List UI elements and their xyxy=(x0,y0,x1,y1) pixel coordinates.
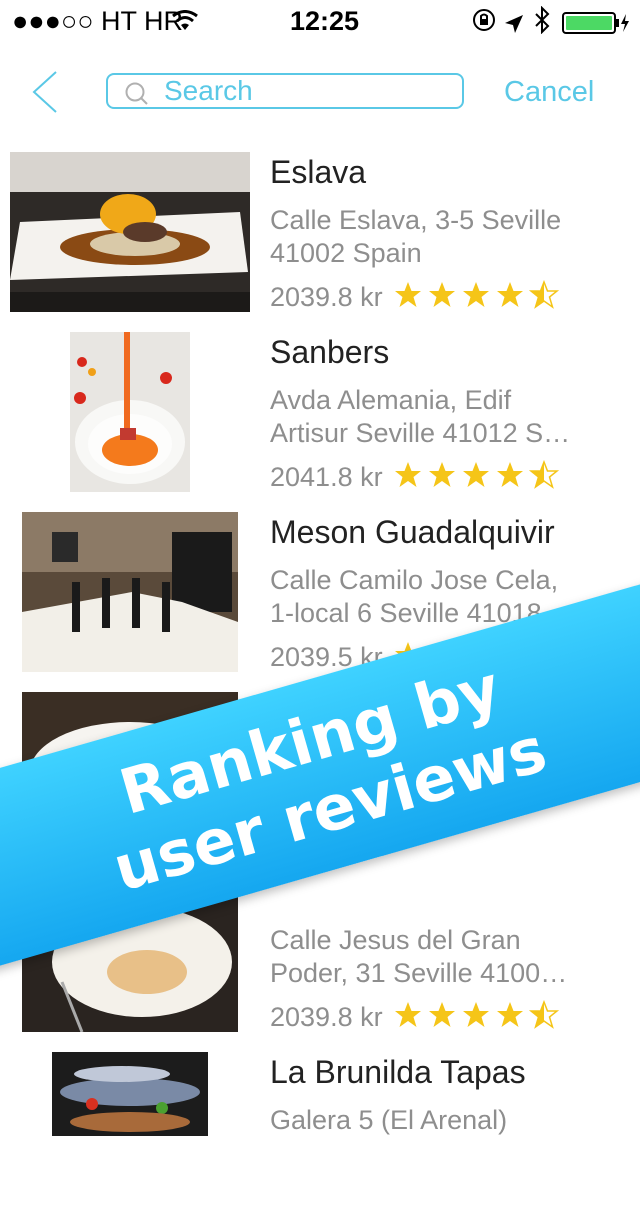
restaurant-address: Galera 5 (El Arenal) xyxy=(270,1104,600,1170)
list-item[interactable]: La Brunilda Tapas Galera 5 (El Arenal) xyxy=(0,1040,640,1220)
wifi-icon xyxy=(172,8,198,39)
star-icon xyxy=(429,1002,456,1027)
star-icon xyxy=(463,1002,490,1027)
restaurant-photo xyxy=(70,332,190,492)
restaurant-meta: 2039.8 kr xyxy=(270,999,563,1035)
chevron-left-icon xyxy=(32,71,57,113)
restaurant-photo xyxy=(10,152,250,312)
address-line-2: Poder, 31 Seville 4100… xyxy=(270,958,568,988)
restaurant-address: Calle Jesus del Gran Poder, 31 Seville 4… xyxy=(270,924,600,990)
search-nav-bar: Cancel xyxy=(0,40,640,140)
star-icon xyxy=(429,282,456,307)
star-icon xyxy=(497,282,524,307)
address-line-1: Avda Alemania, Edif xyxy=(270,385,512,415)
status-bar: ●●●○○ HT HR 12:25 xyxy=(0,0,640,40)
restaurant-name: La Brunilda Tapas xyxy=(270,1054,526,1090)
star-icon xyxy=(463,282,490,307)
address-line-1: Calle Eslava, 3-5 Seville xyxy=(270,205,562,235)
list-item[interactable]: Sanbers Avda Alemania, Edif Artisur Sevi… xyxy=(0,320,640,500)
address-line-1: Calle Jesus del Gran xyxy=(270,925,521,955)
restaurant-name: Meson Guadalquivir xyxy=(270,514,555,550)
restaurant-name: Eslava xyxy=(270,154,367,190)
address-line-2: Artisur Seville 41012 S… xyxy=(270,418,571,448)
carrier-label: ●●●○○ HT HR xyxy=(12,6,184,36)
star-rating xyxy=(393,459,563,495)
address-line-1: Calle Camilo Jose Cela, xyxy=(270,565,559,595)
location-icon xyxy=(504,10,524,41)
restaurant-photo xyxy=(22,512,238,672)
battery-icon xyxy=(562,10,632,41)
restaurant-address: Avda Alemania, Edif Artisur Seville 4101… xyxy=(270,384,600,450)
address-line-2: 41002 Spain xyxy=(270,238,422,268)
price-label: 2039.8 kr xyxy=(270,1002,383,1032)
restaurant-name: Sanbers xyxy=(270,334,390,370)
restaurant-meta: 2041.8 kr xyxy=(270,459,563,495)
cancel-button[interactable]: Cancel xyxy=(504,76,594,109)
price-label: 2039.8 kr xyxy=(270,282,383,312)
list-item[interactable]: Eslava Calle Eslava, 3-5 Seville 41002 S… xyxy=(0,140,640,320)
star-icon xyxy=(463,462,490,487)
back-button[interactable] xyxy=(22,70,62,114)
time-label: 12:25 xyxy=(290,6,360,36)
star-icon xyxy=(429,462,456,487)
star-icon xyxy=(497,462,524,487)
price-label: 2041.8 kr xyxy=(270,462,383,492)
address-line-1: Galera 5 (El Arenal) xyxy=(270,1105,508,1135)
star-icon xyxy=(528,459,560,489)
search-field[interactable] xyxy=(106,73,464,109)
star-icon xyxy=(395,462,422,487)
search-input[interactable] xyxy=(164,75,454,107)
rotation-lock-icon xyxy=(472,8,496,39)
restaurant-photo xyxy=(52,1052,208,1136)
bluetooth-icon xyxy=(534,5,550,41)
star-rating xyxy=(393,999,563,1035)
search-icon xyxy=(124,81,150,112)
restaurant-address: Calle Eslava, 3-5 Seville 41002 Spain xyxy=(270,204,600,270)
star-icon xyxy=(395,1002,422,1027)
star-icon xyxy=(528,279,560,309)
star-icon xyxy=(395,282,422,307)
restaurant-meta: 2039.8 kr xyxy=(270,279,563,315)
star-icon xyxy=(528,999,560,1029)
star-rating xyxy=(393,279,563,315)
star-icon xyxy=(497,1002,524,1027)
